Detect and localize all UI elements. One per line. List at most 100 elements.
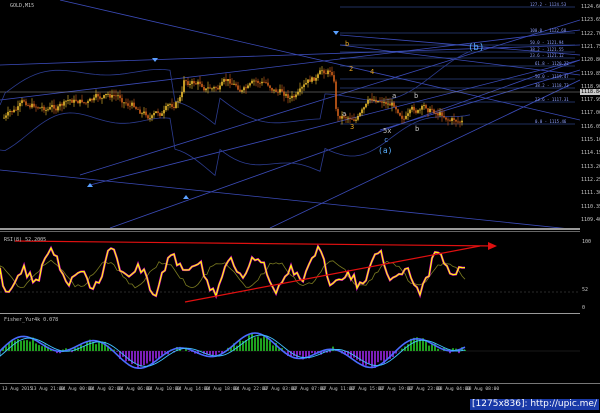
candle-body	[3, 118, 5, 119]
candle-body	[323, 70, 325, 73]
candle-body	[93, 98, 95, 101]
candle-body	[27, 105, 29, 106]
price-axis-label: 1115.10	[581, 137, 600, 143]
candle-body	[301, 87, 303, 88]
price-axis-label: 1114.15	[581, 150, 600, 156]
candle-body	[87, 101, 89, 103]
candle-body	[423, 105, 425, 106]
candle-body	[73, 100, 75, 103]
candle-body	[415, 110, 417, 112]
fisher-histogram-bar	[41, 346, 43, 351]
candle-body	[137, 109, 139, 110]
pane-separator-1b	[0, 231, 580, 232]
candle-body	[363, 107, 365, 109]
candle-body	[247, 85, 249, 88]
candle-body	[213, 87, 215, 88]
fisher-pane[interactable]: Fisher_Yur4k 0.078	[0, 315, 580, 383]
candle-body	[117, 95, 119, 96]
candle-body	[291, 96, 293, 98]
candle-body	[25, 101, 27, 105]
candle-body	[435, 113, 437, 114]
watermark: [1275x836]: http://upic.me/	[470, 399, 599, 410]
rsi-pane[interactable]: RSI(8) 52.2005	[0, 234, 580, 312]
candle-body	[33, 104, 35, 107]
fib-level-label: 23.6 - 1117.31	[535, 97, 569, 102]
candle-body	[411, 107, 413, 110]
fisher-histogram-bar	[299, 351, 301, 355]
candle-body	[203, 87, 205, 90]
candle-body	[139, 110, 141, 114]
candle-body	[125, 102, 127, 103]
candle-body	[333, 75, 335, 81]
candle-body	[109, 94, 111, 98]
candle-body	[159, 113, 161, 116]
candle-body	[145, 112, 147, 116]
rsi-chart[interactable]	[0, 234, 580, 312]
candle-body	[271, 88, 273, 91]
candle-body	[405, 116, 407, 119]
price-axis-label: 1110.35	[581, 204, 600, 210]
fisher-histogram-bar	[35, 343, 37, 351]
rsi-line	[0, 247, 465, 296]
candle-body	[395, 107, 397, 110]
fisher-chart[interactable]	[0, 315, 580, 383]
fisher-histogram-bar	[20, 341, 22, 351]
fib-level-label: 100.0 - 1122.68	[530, 28, 567, 33]
candle-body	[441, 112, 443, 116]
pane-separator-1[interactable]	[0, 228, 580, 230]
fisher-axis[interactable]	[580, 315, 600, 383]
main-chart-pane[interactable]: 127.2 - 1124.53100.0 - 1122.6850.0 - 112…	[0, 0, 580, 228]
wave-label: 5x	[383, 127, 391, 135]
candle-body	[211, 88, 213, 89]
candle-body	[255, 81, 257, 82]
fib-level-label: 50.0 - 1119.47	[535, 74, 569, 79]
fisher-histogram-bar	[329, 351, 331, 352]
candle-body	[419, 110, 421, 111]
candle-body	[261, 82, 263, 83]
wave-label: b	[415, 125, 419, 133]
candle-body	[249, 83, 251, 85]
candle-body	[375, 100, 377, 102]
candle-body	[141, 113, 143, 114]
candle-body	[417, 110, 419, 113]
price-axis-label: 1117.95	[581, 97, 600, 103]
candle-body	[35, 107, 37, 108]
rsi-axis[interactable]: 100 52 0	[580, 234, 600, 312]
candle-body	[119, 95, 121, 98]
candle-body	[297, 92, 299, 95]
candle-body	[83, 102, 85, 103]
fisher-histogram-bar	[272, 345, 274, 351]
price-axis[interactable]: 1124.601123.651122.701121.751120.801119.…	[580, 0, 600, 228]
candle-body	[251, 81, 253, 83]
candle-body	[61, 104, 63, 106]
candle-body	[149, 118, 151, 119]
candle-body	[65, 101, 67, 102]
candle-body	[103, 95, 105, 98]
candle-body	[327, 71, 329, 75]
candle-body	[399, 113, 401, 116]
fisher-histogram-bar	[134, 351, 136, 363]
red-trendline	[15, 241, 495, 246]
candle-body	[199, 82, 201, 84]
price-axis-label: 1112.25	[581, 177, 600, 183]
candle-body	[29, 105, 31, 107]
candle-body	[283, 91, 285, 95]
candle-body	[91, 99, 93, 100]
arrow-right-icon	[488, 242, 497, 250]
candle-body	[243, 87, 245, 90]
pane-separator-2[interactable]	[0, 313, 580, 314]
candle-body	[15, 110, 17, 111]
candle-body	[359, 113, 361, 116]
candle-body	[389, 104, 391, 106]
arrow-down-icon	[333, 31, 339, 35]
wave-label: 3	[350, 123, 354, 131]
price-chart[interactable]: 127.2 - 1124.53100.0 - 1122.6850.0 - 112…	[0, 0, 580, 228]
candle-body	[5, 115, 7, 117]
candle-body	[197, 82, 199, 85]
candle-body	[451, 118, 453, 121]
candle-body	[81, 100, 83, 102]
price-axis-label: 1122.70	[581, 31, 600, 37]
candle-body	[335, 82, 337, 109]
candle-body	[355, 120, 357, 121]
candle-body	[181, 92, 183, 97]
